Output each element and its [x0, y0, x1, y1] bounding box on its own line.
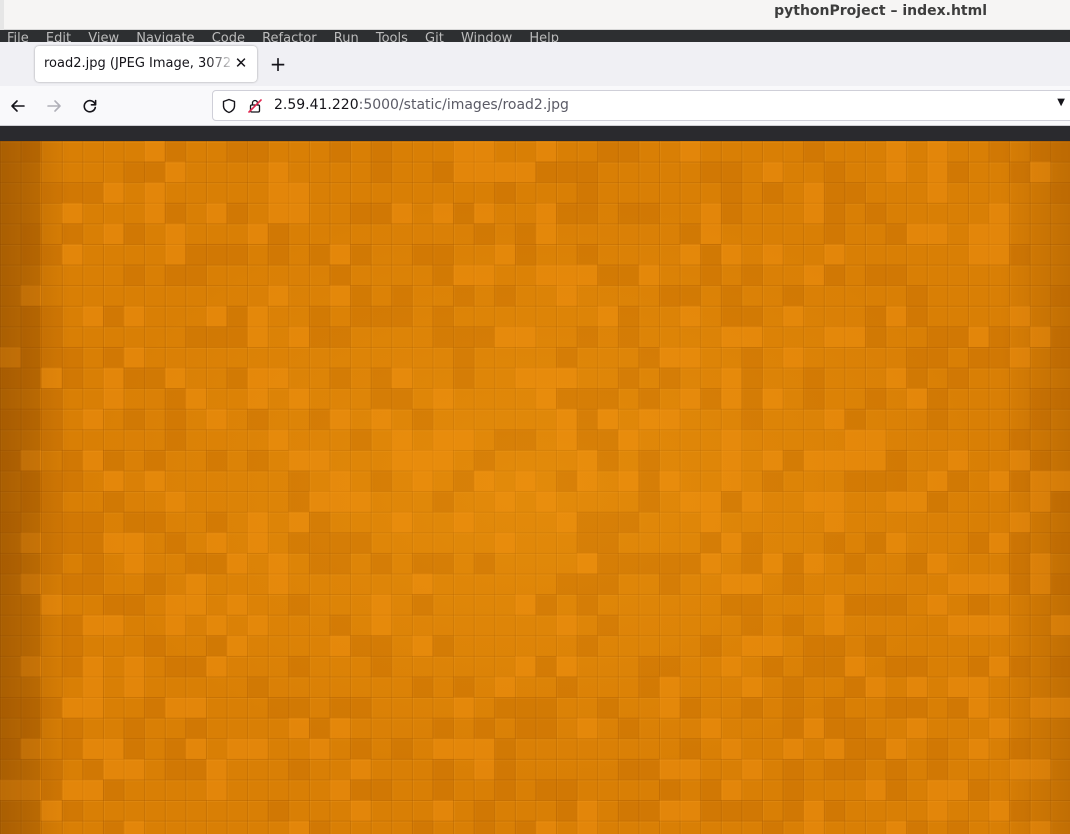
image-viewer[interactable] — [0, 141, 1070, 834]
url-host: 2.59.41.220 — [274, 97, 359, 113]
ide-menubar: File Edit View Navigate Code Refactor Ru… — [0, 30, 1070, 42]
menu-run[interactable]: Run — [334, 31, 359, 42]
arrow-right-icon — [47, 100, 61, 112]
reload-icon — [83, 99, 97, 113]
menu-file[interactable]: File — [7, 31, 29, 42]
chevron-down-icon[interactable]: ▼ — [1057, 97, 1065, 108]
tab-road2-jpg[interactable]: road2.jpg (JPEG Image, 3072 × 4080 pixel… — [35, 46, 257, 82]
menu-window[interactable]: Window — [461, 31, 512, 42]
viewer-top-strip — [0, 126, 1070, 141]
back-button[interactable] — [8, 96, 28, 116]
menu-refactor[interactable]: Refactor — [262, 31, 317, 42]
ide-titlebar: pythonProject – index.html — [0, 0, 1070, 30]
url-text[interactable]: 2.59.41.220:5000/static/images/road2.jpg — [274, 97, 569, 113]
menu-help[interactable]: Help — [529, 31, 559, 42]
menu-git[interactable]: Git — [425, 31, 444, 42]
menu-code[interactable]: Code — [212, 31, 245, 42]
window-edge — [0, 0, 4, 30]
navigation-bar: 2.59.41.220:5000/static/images/road2.jpg… — [0, 86, 1070, 126]
close-icon[interactable]: ✕ — [233, 54, 249, 72]
road2-image — [0, 141, 1070, 834]
url-path: :5000/static/images/road2.jpg — [358, 97, 569, 113]
insecure-lock-icon[interactable] — [247, 98, 263, 114]
forward-button[interactable] — [44, 96, 64, 116]
menu-tools[interactable]: Tools — [376, 31, 408, 42]
menu-navigate[interactable]: Navigate — [136, 31, 194, 42]
new-tab-button[interactable]: + — [268, 54, 288, 74]
tab-strip: road2.jpg (JPEG Image, 3072 × 4080 pixel… — [0, 42, 1070, 86]
menu-edit[interactable]: Edit — [46, 31, 71, 42]
tab-title: road2.jpg (JPEG Image, 3072 × 4080 pixel… — [44, 56, 236, 71]
url-bar[interactable]: 2.59.41.220:5000/static/images/road2.jpg… — [212, 90, 1070, 121]
ide-window-title: pythonProject – index.html — [774, 3, 987, 19]
menu-view[interactable]: View — [88, 31, 119, 42]
reload-button[interactable] — [80, 96, 100, 116]
shield-icon[interactable] — [221, 98, 237, 114]
arrow-left-icon — [11, 100, 25, 112]
